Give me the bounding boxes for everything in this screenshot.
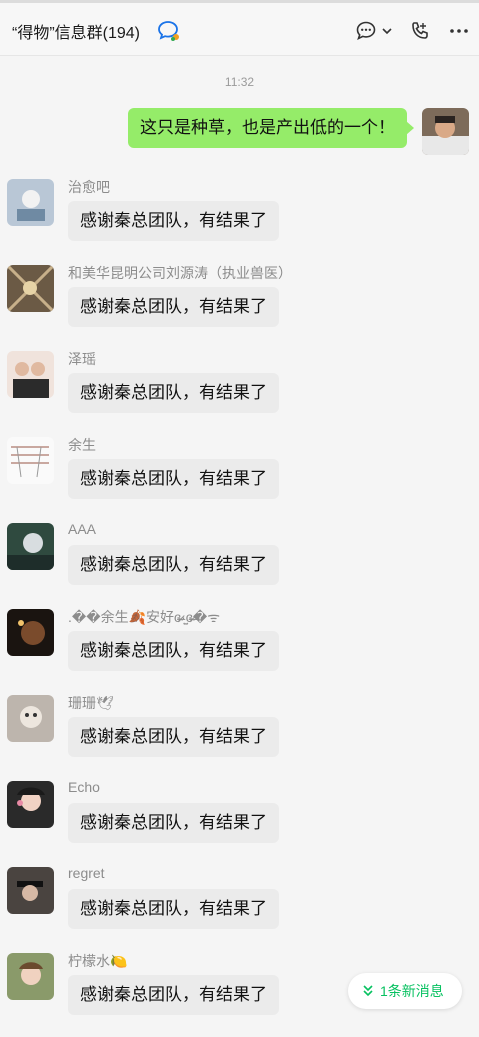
avatar[interactable] [7, 953, 54, 1000]
message-bubble[interactable]: 感谢秦总团队，有结果了 [68, 459, 279, 499]
message-item: 余生 感谢秦总团队，有结果了 [0, 435, 479, 521]
new-message-label: 1条新消息 [380, 983, 444, 999]
avatar[interactable] [7, 609, 54, 656]
chat-header: “得物”信息群(194) [0, 0, 479, 56]
avatar[interactable] [7, 695, 54, 742]
chat-title[interactable]: “得物”信息群(194) [12, 19, 140, 43]
sender-name: regret [68, 865, 105, 881]
message-item: Echo 感谢秦总团队，有结果了 [0, 779, 479, 865]
message-bubble[interactable]: 感谢秦总团队，有结果了 [68, 373, 279, 413]
message-bubble[interactable]: 感谢秦总团队，有结果了 [68, 545, 279, 585]
message-item: AAA 感谢秦总团队，有结果了 [0, 521, 479, 607]
sender-name: 和美华昆明公司刘源涛（执业兽医） [68, 265, 292, 281]
avatar[interactable] [7, 179, 54, 226]
sender-name: Echo [68, 779, 100, 795]
avatar[interactable] [7, 265, 54, 312]
message-bubble[interactable]: 感谢秦总团队，有结果了 [68, 803, 279, 843]
chat-bubble-icon[interactable] [355, 20, 377, 42]
avatar[interactable] [7, 523, 54, 570]
avatar[interactable] [7, 437, 54, 484]
my-avatar[interactable] [422, 108, 469, 155]
message-bubble[interactable]: 感谢秦总团队，有结果了 [68, 201, 279, 241]
new-message-button[interactable]: 1条新消息 [348, 973, 462, 1009]
sender-name: 泽瑶 [68, 351, 96, 367]
message-bubble[interactable]: 感谢秦总团队，有结果了 [68, 287, 279, 327]
message-list[interactable]: 11:32 这只是种草，也是产出低的一个！ 治愈吧 感谢秦总团队，有结果了 和美… [0, 56, 479, 1024]
avatar[interactable] [7, 781, 54, 828]
message-bubble[interactable]: 感谢秦总团队，有结果了 [68, 889, 279, 929]
sender-name: 治愈吧 [68, 179, 110, 195]
avatar[interactable] [7, 867, 54, 914]
sender-name: 余生 [68, 437, 96, 453]
message-item: 泽瑶 感谢秦总团队，有结果了 [0, 349, 479, 435]
sender-name: AAA [68, 521, 97, 537]
message-item: 和美华昆明公司刘源涛（执业兽医） 感谢秦总团队，有结果了 [0, 263, 479, 349]
my-message-bubble[interactable]: 这只是种草，也是产出低的一个！ [128, 108, 414, 148]
message-bubble[interactable]: 感谢秦总团队，有结果了 [68, 975, 279, 1015]
more-icon[interactable] [448, 20, 470, 42]
message-timestamp: 11:32 [224, 75, 255, 89]
message-item: .��余生🍂安好ɞ̴̶̷·̫̮ɞ̴̶̷�ᯤ 感谢秦总团队，有结果了 [0, 607, 479, 693]
sender-name: 柠檬水🍋 [68, 953, 128, 969]
message-item: regret 感谢秦总团队，有结果了 [0, 865, 479, 951]
sender-name: .��余生🍂安好ɞ̴̶̷·̫̮ɞ̴̶̷�ᯤ [68, 609, 221, 625]
message-bubble[interactable]: 感谢秦总团队，有结果了 [68, 717, 279, 757]
message-item: 珊珊🕊 感谢秦总团队，有结果了 [0, 693, 479, 779]
message-item: 治愈吧 感谢秦总团队，有结果了 [0, 177, 479, 263]
double-chevron-down-icon [363, 985, 373, 997]
group-chat-icon[interactable] [157, 20, 181, 42]
message-bubble[interactable]: 感谢秦总团队，有结果了 [68, 631, 279, 671]
avatar[interactable] [7, 351, 54, 398]
chevron-down-icon[interactable] [380, 20, 394, 42]
sender-name: 珊珊🕊 [68, 695, 114, 711]
phone-icon[interactable] [409, 20, 431, 42]
